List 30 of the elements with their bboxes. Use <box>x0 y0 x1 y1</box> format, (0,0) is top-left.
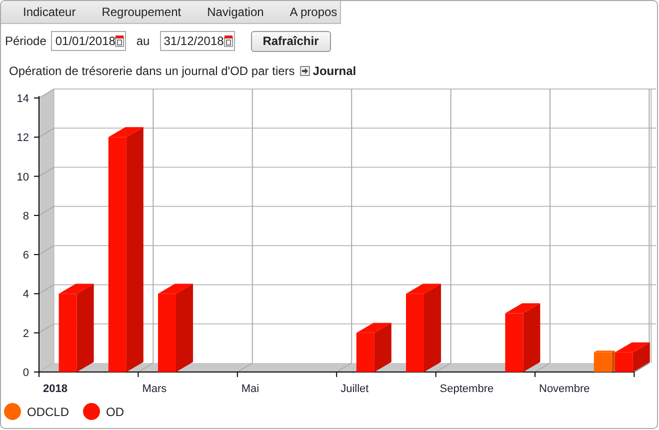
to-label: au <box>136 34 150 48</box>
date-field[interactable]: 01/01/2018 <box>51 31 126 51</box>
axis-label: 8 <box>22 210 29 222</box>
axis-label: 12 <box>16 132 29 144</box>
axis-label: 4 <box>22 288 29 301</box>
axis-label: Novembre <box>539 383 590 395</box>
axis-label: 2018 <box>43 383 68 395</box>
legend-label: OD <box>106 404 124 418</box>
axis-label: Juillet <box>340 383 369 395</box>
axis-label: Septembre <box>440 383 494 395</box>
axis-label: 14 <box>16 93 29 105</box>
legend-label: ODCLD <box>27 404 70 418</box>
calendar-icon[interactable] <box>224 35 233 47</box>
menu-item[interactable]: Indicateur <box>1 5 76 19</box>
axis-label: 0 <box>22 367 29 379</box>
period-label: Période <box>5 34 46 48</box>
axis-label: Mars <box>142 383 167 395</box>
refresh-button[interactable]: Rafraîchir <box>250 30 331 52</box>
axis-label: 6 <box>22 250 29 262</box>
arrow-icon <box>300 66 310 76</box>
report-title: Opération de trésorerie dans un journal d'OD par tiers <box>9 64 295 78</box>
menu-item[interactable]: Regroupement <box>80 5 182 19</box>
axis-label: Mai <box>241 383 260 395</box>
axis-label: 10 <box>16 171 29 184</box>
axis-label: 2 <box>22 328 29 340</box>
journal-link[interactable]: Journal <box>312 64 356 78</box>
calendar-icon[interactable] <box>115 35 124 47</box>
menu-item[interactable]: Navigation <box>185 5 264 19</box>
date-field[interactable]: 31/12/2018 <box>160 31 235 51</box>
menu-item[interactable]: A propos <box>268 5 338 19</box>
